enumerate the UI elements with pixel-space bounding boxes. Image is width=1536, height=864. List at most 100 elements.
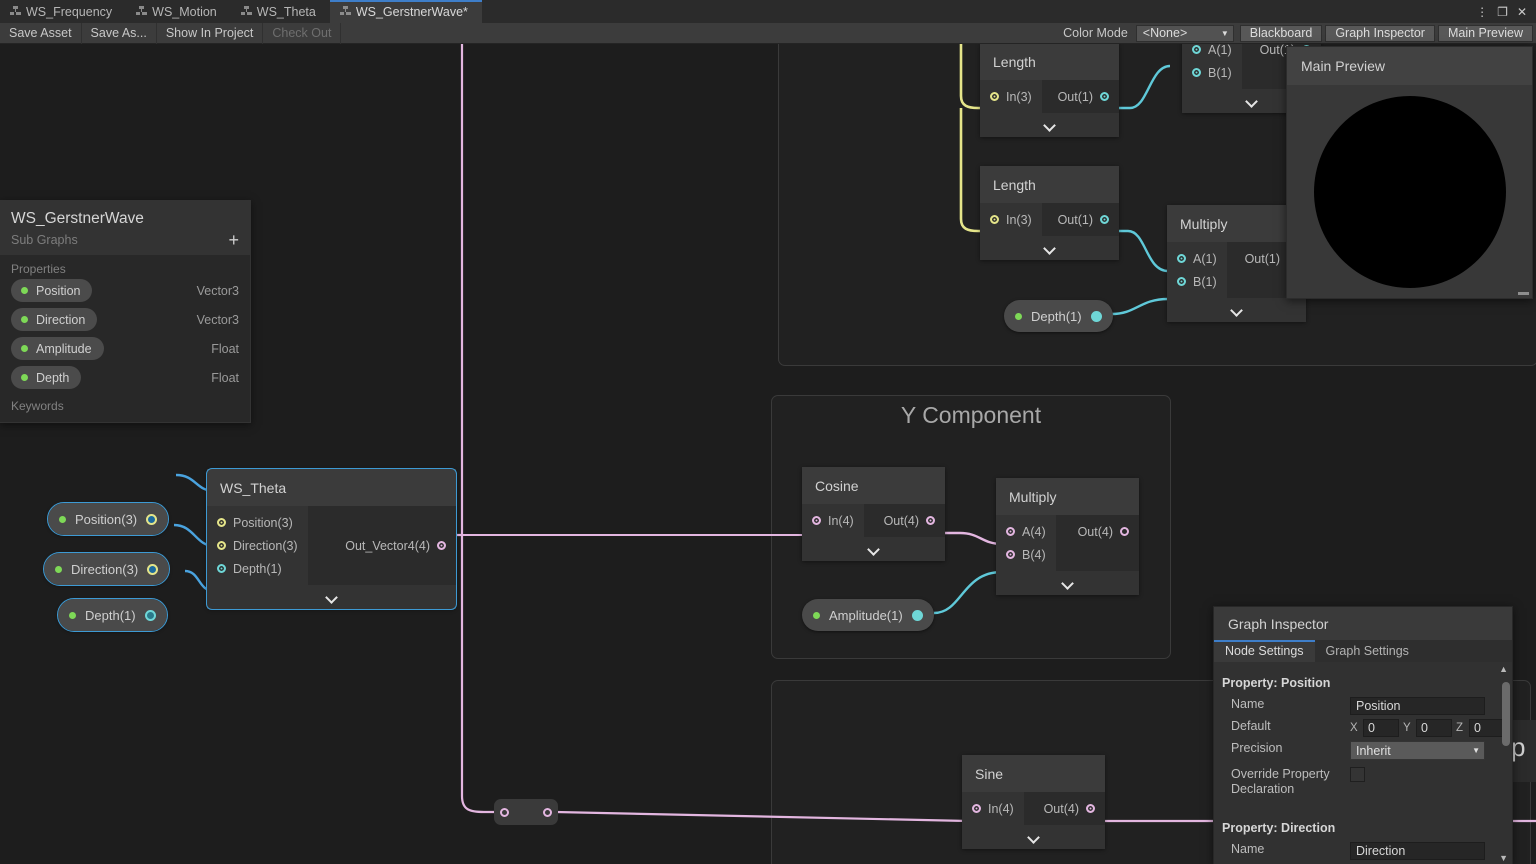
tab-ws-motion[interactable]: WS_Motion — [126, 0, 231, 23]
port-dot-icon — [1006, 550, 1015, 559]
node-title: Cosine — [802, 467, 945, 504]
main-preview-panel[interactable]: Main Preview — [1286, 46, 1533, 299]
node-collapse-toggle[interactable] — [802, 537, 945, 561]
scrollbar-thumb[interactable] — [1502, 682, 1510, 746]
node-cosine[interactable]: Cosine In(4) Out(4) — [802, 467, 945, 561]
main-preview-viewport[interactable] — [1287, 85, 1532, 298]
input-port-in[interactable]: In(4) — [802, 509, 864, 532]
output-port-icon[interactable] — [146, 513, 158, 525]
output-port-icon[interactable] — [543, 807, 552, 817]
group-title-y-component: Y Component — [900, 402, 1042, 428]
blackboard-property-chip[interactable]: Depth — [11, 366, 82, 389]
input-port-icon[interactable] — [500, 807, 509, 817]
input-port-direction[interactable]: Direction(3) — [207, 534, 308, 557]
output-port-out[interactable]: Out(4) — [864, 509, 945, 532]
tab-ws-theta[interactable]: WS_Theta — [230, 0, 330, 23]
override-property-declaration-checkbox[interactable] — [1350, 767, 1365, 782]
input-port-depth[interactable]: Depth(1) — [207, 557, 308, 580]
redirect-node[interactable] — [494, 799, 558, 825]
blackboard-property-chip[interactable]: Position — [11, 279, 93, 302]
default-z-input[interactable]: 0 — [1469, 719, 1505, 737]
graph-inspector-toggle-button[interactable]: Graph Inspector — [1325, 24, 1435, 42]
node-title: Sine — [962, 755, 1105, 792]
tab-node-settings[interactable]: Node Settings — [1214, 640, 1315, 662]
list-item[interactable]: Amplitude Float — [11, 337, 239, 360]
blackboard-toggle-button[interactable]: Blackboard — [1239, 24, 1323, 42]
tab-label: WS_Frequency — [26, 4, 113, 19]
input-port-a[interactable]: A(1) — [1182, 44, 1242, 61]
node-length-b[interactable]: Length In(3) Out(1) — [980, 166, 1119, 260]
scroll-down-icon[interactable]: ▼ — [1499, 853, 1508, 863]
blackboard-panel[interactable]: WS_GerstnerWave Sub Graphs + Properties … — [0, 200, 251, 423]
input-port-b[interactable]: B(1) — [1182, 61, 1242, 84]
output-port-icon[interactable] — [147, 563, 159, 575]
property-name-input[interactable]: Position — [1350, 697, 1485, 715]
output-port-out[interactable]: Out(1) — [1042, 208, 1119, 231]
port-label: Out(1) — [1057, 89, 1093, 104]
output-port-out[interactable]: Out(4) — [1024, 797, 1105, 820]
node-ws-theta[interactable]: WS_Theta Position(3) Direction(3) Depth(… — [206, 468, 457, 610]
resize-grip-icon[interactable] — [1518, 292, 1529, 295]
graph-inspector-panel[interactable]: Graph Inspector Node Settings Graph Sett… — [1213, 606, 1513, 864]
tab-ws-frequency[interactable]: WS_Frequency — [0, 0, 127, 23]
default-y-input[interactable]: 0 — [1416, 719, 1452, 737]
input-port-a[interactable]: A(4) — [996, 520, 1056, 543]
node-collapse-toggle[interactable] — [980, 236, 1119, 260]
precision-dropdown[interactable]: Inherit ▼ — [1350, 741, 1485, 760]
list-item[interactable]: Depth Float — [11, 366, 239, 389]
node-outputs: Out(1) — [1042, 203, 1119, 236]
output-port-icon[interactable] — [144, 609, 156, 621]
output-port-icon[interactable] — [911, 609, 923, 621]
input-port-in[interactable]: In(3) — [980, 85, 1042, 108]
property-node-direction[interactable]: Direction(3) — [42, 552, 171, 586]
input-port-in[interactable]: In(4) — [962, 797, 1024, 820]
output-port-out[interactable]: Out(1) — [1042, 85, 1119, 108]
default-x-input[interactable]: 0 — [1363, 719, 1399, 737]
window-maximize-icon[interactable]: ❐ — [1497, 6, 1508, 18]
window-menu-icon[interactable]: ⋮ — [1476, 6, 1488, 18]
property-node-amplitude[interactable]: Amplitude(1) — [802, 599, 934, 631]
node-collapse-toggle[interactable] — [996, 571, 1139, 595]
axis-label-y: Y — [1403, 722, 1411, 734]
save-asset-button[interactable]: Save Asset — [0, 22, 82, 44]
input-port-in[interactable]: In(3) — [980, 208, 1042, 231]
input-port-b[interactable]: B(1) — [1167, 270, 1227, 293]
node-outputs: Out(1) — [1042, 80, 1119, 113]
input-port-a[interactable]: A(1) — [1167, 247, 1227, 270]
inspector-section-heading-position: Property: Position — [1222, 676, 1331, 690]
node-collapse-toggle[interactable] — [1167, 298, 1306, 322]
blackboard-property-chip[interactable]: Direction — [11, 308, 98, 331]
main-preview-toggle-button[interactable]: Main Preview — [1437, 24, 1533, 42]
list-item[interactable]: Position Vector3 — [11, 279, 239, 302]
node-multiply-y[interactable]: Multiply A(4) B(4) Out(4) — [996, 478, 1139, 595]
blackboard-property-type: Float — [211, 341, 239, 356]
scroll-up-icon[interactable]: ▲ — [1499, 664, 1508, 674]
property-node-position[interactable]: Position(3) — [46, 502, 170, 536]
output-port-out-vector4[interactable]: Out_Vector4(4) — [308, 534, 456, 557]
input-port-b[interactable]: B(4) — [996, 543, 1056, 566]
blackboard-property-chip[interactable]: Amplitude — [11, 337, 104, 360]
property-node-depth-left[interactable]: Depth(1) — [57, 598, 168, 632]
tab-ws-gerstnerwave[interactable]: WS_GerstnerWave* — [329, 0, 482, 23]
show-in-project-button[interactable]: Show In Project — [157, 22, 264, 44]
color-mode-dropdown[interactable]: <None> ▼ — [1135, 24, 1234, 42]
node-sine[interactable]: Sine In(4) Out(4) — [962, 755, 1105, 849]
add-property-button[interactable]: + — [228, 231, 239, 249]
tab-graph-settings[interactable]: Graph Settings — [1315, 640, 1420, 662]
property-node-label: Amplitude(1) — [829, 607, 903, 623]
property-node-depth-top[interactable]: Depth(1) — [1004, 300, 1113, 332]
chevron-down-icon — [1028, 832, 1039, 843]
node-collapse-toggle[interactable] — [980, 113, 1119, 137]
property-name-input-direction[interactable]: Direction — [1350, 842, 1485, 860]
input-port-position[interactable]: Position(3) — [207, 511, 308, 534]
blackboard-properties-label: Properties — [11, 262, 66, 276]
window-close-icon[interactable]: ✕ — [1517, 6, 1527, 18]
node-length-a[interactable]: Length In(3) Out(1) — [980, 44, 1119, 137]
list-item[interactable]: Direction Vector3 — [11, 308, 239, 331]
output-port-out[interactable]: Out(4) — [1056, 520, 1139, 543]
node-collapse-toggle[interactable] — [962, 825, 1105, 849]
output-port-icon[interactable] — [1090, 310, 1102, 322]
save-as-button[interactable]: Save As... — [82, 22, 157, 44]
node-collapse-toggle[interactable] — [207, 585, 456, 609]
inspector-scrollbar[interactable]: ▲ ▼ — [1499, 664, 1510, 863]
